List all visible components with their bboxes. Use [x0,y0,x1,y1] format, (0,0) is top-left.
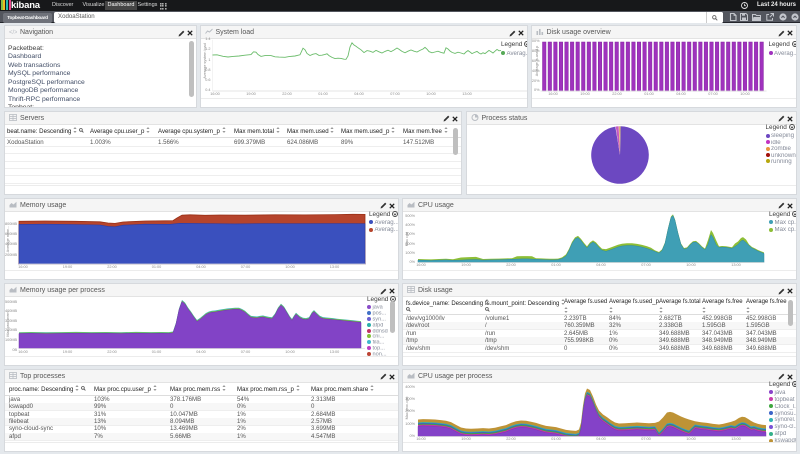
svg-text:</>: </> [9,30,17,35]
